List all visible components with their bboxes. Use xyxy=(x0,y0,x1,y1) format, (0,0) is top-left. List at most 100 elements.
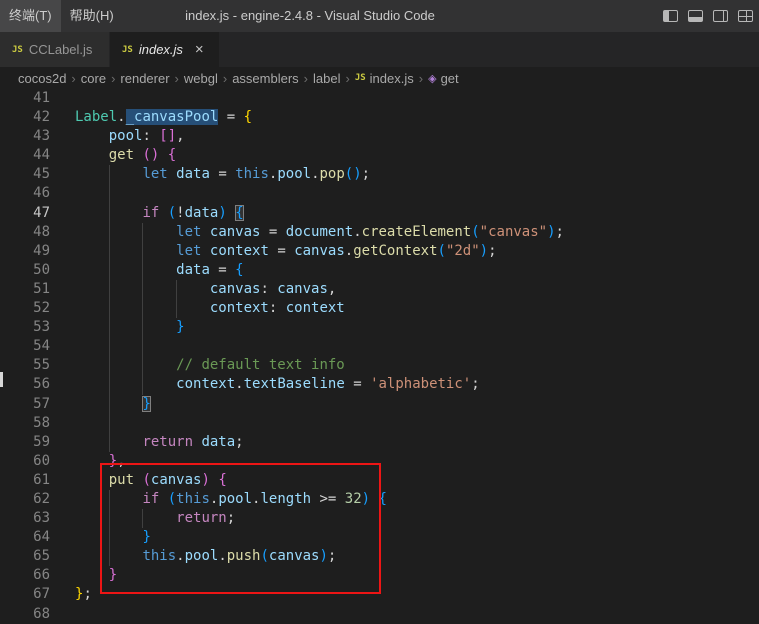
line-number[interactable]: 42 xyxy=(0,108,75,127)
code-line-52[interactable]: 52 context: context xyxy=(0,299,759,319)
code-line-48[interactable]: 48 let canvas = document.createElement("… xyxy=(0,222,759,242)
line-number[interactable]: 52 xyxy=(0,299,75,318)
line-content[interactable]: // default text info xyxy=(75,356,759,376)
line-content[interactable]: } xyxy=(75,394,759,414)
code-line-63[interactable]: 63 return; xyxy=(0,509,759,529)
code-line-43[interactable]: 43 pool: [], xyxy=(0,127,759,146)
line-content[interactable]: if (!data) { xyxy=(75,203,759,223)
menu-terminal[interactable]: 终端(T) xyxy=(0,0,61,32)
line-number[interactable]: 67 xyxy=(0,585,75,604)
line-content[interactable] xyxy=(75,413,759,433)
breadcrumb-item-label[interactable]: label xyxy=(313,71,340,86)
editor[interactable]: 41 42 Label._canvasPool = {43 pool: [], 44 … xyxy=(0,89,759,624)
code-area[interactable]: 41 42 Label._canvasPool = {43 pool: [], 44 … xyxy=(0,89,759,624)
line-content[interactable]: context.textBaseline = 'alphabetic'; xyxy=(75,375,759,395)
line-number[interactable]: 60 xyxy=(0,452,75,471)
line-content[interactable]: return; xyxy=(75,509,759,529)
close-icon[interactable]: × xyxy=(195,42,204,57)
line-content[interactable] xyxy=(75,605,759,624)
line-number[interactable]: 44 xyxy=(0,146,75,165)
code-line-60[interactable]: 60 }, xyxy=(0,452,759,471)
code-line-46[interactable]: 46 xyxy=(0,184,759,204)
line-number[interactable]: 58 xyxy=(0,414,75,433)
line-content[interactable]: } xyxy=(75,528,759,548)
line-number[interactable]: 59 xyxy=(0,433,75,452)
line-content[interactable] xyxy=(75,337,759,357)
line-content[interactable]: let data = this.pool.pop(); xyxy=(75,165,759,185)
code-line-41[interactable]: 41 xyxy=(0,89,759,108)
line-number[interactable]: 57 xyxy=(0,395,75,414)
code-line-50[interactable]: 50 data = { xyxy=(0,260,759,280)
line-number[interactable]: 43 xyxy=(0,127,75,146)
code-line-49[interactable]: 49 let context = canvas.getContext("2d")… xyxy=(0,241,759,261)
line-number[interactable]: 53 xyxy=(0,318,75,337)
line-content[interactable]: get () { xyxy=(75,146,759,165)
code-line-42[interactable]: 42 Label._canvasPool = { xyxy=(0,108,759,127)
code-line-54[interactable]: 54 xyxy=(0,337,759,357)
line-number[interactable]: 48 xyxy=(0,223,75,242)
code-line-68[interactable]: 68 xyxy=(0,605,759,624)
line-number[interactable]: 50 xyxy=(0,261,75,280)
code-line-56[interactable]: 56 context.textBaseline = 'alphabetic'; xyxy=(0,375,759,395)
line-content[interactable]: Label._canvasPool = { xyxy=(75,108,759,127)
customize-layout-icon[interactable] xyxy=(738,10,753,22)
breadcrumb-item-core[interactable]: core xyxy=(81,71,106,86)
line-number[interactable]: 63 xyxy=(0,509,75,528)
line-number[interactable]: 49 xyxy=(0,242,75,261)
line-content[interactable]: put (canvas) { xyxy=(75,471,759,490)
code-line-57[interactable]: 57 } xyxy=(0,394,759,414)
line-number[interactable]: 65 xyxy=(0,547,75,566)
toggle-panel-icon[interactable] xyxy=(688,10,703,22)
line-number[interactable]: 68 xyxy=(0,605,75,624)
breadcrumb-item-webgl[interactable]: webgl xyxy=(184,71,218,86)
code-line-65[interactable]: 65 this.pool.push(canvas); xyxy=(0,547,759,567)
line-content[interactable] xyxy=(75,89,759,108)
line-number[interactable]: 51 xyxy=(0,280,75,299)
line-content[interactable]: if (this.pool.length >= 32) { xyxy=(75,489,759,510)
line-content[interactable]: let context = canvas.getContext("2d"); xyxy=(75,241,759,261)
code-line-64[interactable]: 64 } xyxy=(0,528,759,548)
code-line-53[interactable]: 53 } xyxy=(0,318,759,338)
line-number[interactable]: 64 xyxy=(0,528,75,547)
code-line-47[interactable]: 47 if (!data) { xyxy=(0,203,759,223)
line-content[interactable]: return data; xyxy=(75,432,759,452)
breadcrumb-file[interactable]: JS index.js xyxy=(355,71,414,86)
line-content[interactable]: context: context xyxy=(75,299,759,319)
breadcrumb-item-assemblers[interactable]: assemblers xyxy=(232,71,298,86)
line-number[interactable]: 61 xyxy=(0,471,75,490)
code-line-55[interactable]: 55 // default text info xyxy=(0,356,759,376)
line-content[interactable]: }, xyxy=(75,452,759,471)
line-content[interactable]: let canvas = document.createElement("can… xyxy=(75,222,759,242)
code-line-66[interactable]: 66 } xyxy=(0,566,759,585)
line-content[interactable]: pool: [], xyxy=(75,127,759,146)
toggle-sidebar-icon[interactable] xyxy=(663,10,678,22)
code-line-61[interactable]: 61 put (canvas) { xyxy=(0,471,759,490)
code-line-58[interactable]: 58 xyxy=(0,413,759,433)
breadcrumb-symbol[interactable]: ◈ get xyxy=(428,71,459,86)
line-number[interactable]: 56 xyxy=(0,375,75,394)
line-content[interactable]: } xyxy=(75,318,759,338)
line-number[interactable]: 45 xyxy=(0,165,75,184)
line-content[interactable]: } xyxy=(75,566,759,585)
line-content[interactable]: this.pool.push(canvas); xyxy=(75,547,759,567)
line-content[interactable]: canvas: canvas, xyxy=(75,279,759,300)
menu-help[interactable]: 帮助(H) xyxy=(61,0,123,32)
line-content[interactable]: }; xyxy=(75,585,759,604)
line-content[interactable] xyxy=(75,184,759,204)
code-line-67[interactable]: 67}; xyxy=(0,585,759,604)
code-line-59[interactable]: 59 return data; xyxy=(0,432,759,452)
line-content[interactable]: data = { xyxy=(75,260,759,280)
tab-index.js[interactable]: JS index.js × xyxy=(110,32,220,67)
line-number[interactable]: 62 xyxy=(0,490,75,509)
toggle-secondary-sidebar-icon[interactable] xyxy=(713,10,728,22)
breadcrumb-item-cocos2d[interactable]: cocos2d xyxy=(18,71,66,86)
line-number[interactable]: 55 xyxy=(0,356,75,375)
line-number[interactable]: 46 xyxy=(0,184,75,203)
code-line-62[interactable]: 62 if (this.pool.length >= 32) { xyxy=(0,489,759,510)
line-number[interactable]: 54 xyxy=(0,337,75,356)
code-line-44[interactable]: 44 get () { xyxy=(0,146,759,165)
breadcrumb-item-renderer[interactable]: renderer xyxy=(120,71,169,86)
code-line-51[interactable]: 51 canvas: canvas, xyxy=(0,279,759,300)
line-number[interactable]: 47 xyxy=(0,204,75,223)
line-number[interactable]: 41 xyxy=(0,89,75,108)
